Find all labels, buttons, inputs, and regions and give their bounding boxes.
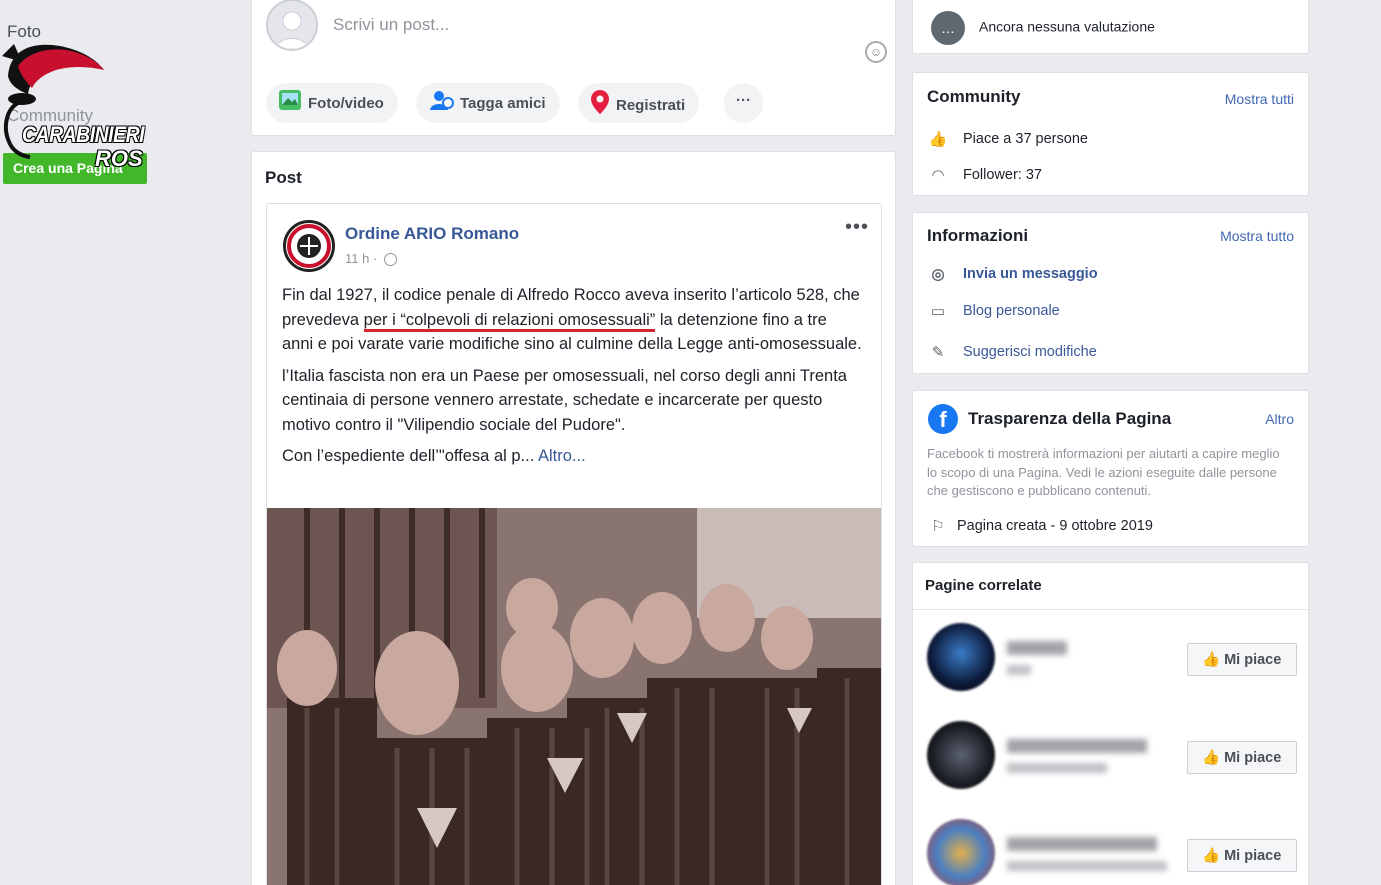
like-button[interactable]: 👍 Mi piace [1187,741,1297,774]
section-title: Post [265,168,302,187]
like-label: Mi piace [1224,750,1282,766]
send-message-link[interactable]: ◎ Invia un messaggio [927,265,1098,283]
user-avatar [266,0,318,51]
post-paragraph-2: l’Italia fascista non era un Paese per o… [282,366,847,434]
post-section: Post Ordine ARIO Romano 11 h · ••• Fin d… [251,151,896,885]
thumbs-up-icon: 👍 [928,131,948,148]
left-sidebar: Foto Community Crea una Pagina CARABINIE… [0,0,238,885]
tag-friends-button[interactable]: Tagga amici [416,83,560,123]
community-card: Community Mostra tutti 👍 Piace a 37 perso… [912,72,1309,196]
logo-text-carabinieri: CARABINIERI [22,122,145,147]
prisoners-photo-image [267,508,881,885]
suggest-edits-link[interactable]: ✎ Suggerisci modifiche [927,343,1097,361]
page-avatar[interactable] [283,220,335,272]
tag-friends-icon [428,89,454,115]
photo-video-button[interactable]: Foto/video [266,83,398,123]
post-text: Con l’espediente dell’"offesa al p... [282,447,535,465]
more-options-button[interactable]: ··· [724,83,763,123]
blog-text: Blog personale [963,302,1060,319]
photo-video-label: Foto/video [308,94,384,112]
ario-logo-icon [287,224,331,268]
suggest-edits-text: Suggerisci modifiche [963,343,1097,360]
post-options-icon[interactable]: ••• [845,216,869,239]
post-body: Fin dal 1927, il codice penale di Alfred… [282,283,862,476]
checkin-label: Registrati [616,96,686,114]
tag-friends-label: Tagga amici [460,94,546,112]
flag-icon: ⚐ [931,518,945,535]
rating-card: … Ancora nessuna valutazione [912,0,1309,54]
page-created-text: Pagina creata - 9 ottobre 2019 [957,517,1153,534]
transparency-more-link[interactable]: Altro [1265,411,1294,427]
blurred-name [1007,739,1147,753]
divider [913,609,1310,610]
info-see-all-link[interactable]: Mostra tutto [1220,228,1294,244]
related-page-avatar [927,623,995,691]
location-pin-icon [590,89,610,119]
transparency-description: Facebook ti mostrerà informazioni per ai… [927,446,1280,498]
related-page-avatar [927,819,995,885]
post-card: Ordine ARIO Romano 11 h · ••• Fin dal 19… [266,203,882,885]
like-label: Mi piace [1224,848,1282,864]
messenger-icon: ◎ [931,266,945,283]
post-author[interactable]: Ordine ARIO Romano [345,224,519,244]
pencil-icon: ✎ [931,344,945,361]
like-label: Mi piace [1224,652,1282,668]
blurred-name [1007,837,1157,851]
post-paragraph-3: Con l’espediente dell’"offesa al p... Al… [282,444,862,469]
post-composer: Scrivi un post... ☺ Foto/video Tagga ami… [251,0,896,136]
related-pages-title: Pagine correlate [925,577,1042,594]
see-more-link[interactable]: Altro... [538,447,586,465]
related-pages-card: Pagine correlate 👍 Mi piace 👍 Mi piace 👍… [912,562,1310,885]
thumbs-up-icon: 👍 [1202,750,1221,766]
post-input[interactable]: Scrivi un post... [333,15,449,35]
info-title: Informazioni [927,226,1029,245]
related-page-item[interactable]: 👍 Mi piace [927,819,1297,885]
rating-row: … Ancora nessuna valutazione [931,11,1155,45]
related-page-avatar [927,721,995,789]
transparency-title: Trasparenza della Pagina [968,409,1172,428]
post-time[interactable]: 11 h · [345,251,377,266]
related-page-item[interactable]: 👍 Mi piace [927,623,1297,703]
emoji-icon[interactable]: ☺ [865,41,887,63]
info-card: Informazioni Mostra tutto ◎ Invia un mess… [912,212,1309,374]
transparency-card: f Trasparenza della Pagina Altro Faceboo… [912,390,1309,547]
blurred-category [1007,665,1031,675]
highlighted-text: per i “colpevoli di relazioni omosessual… [363,310,656,332]
globe-icon [383,253,397,267]
post-photo[interactable] [267,508,881,885]
page-created-row: ⚐ Pagina creata - 9 ottobre 2019 [927,517,1153,535]
facebook-icon: f [928,404,958,434]
person-silhouette-icon [275,11,309,49]
community-likes: 👍 Piace a 37 persone [927,130,1088,148]
blurred-name [1007,641,1067,655]
carabinieri-ros-logo: CARABINIERI ROS [0,36,150,171]
likes-text: Piace a 37 persone [963,130,1088,147]
post-meta: 11 h · [345,251,397,267]
like-button[interactable]: 👍 Mi piace [1187,839,1297,872]
like-button[interactable]: 👍 Mi piace [1187,643,1297,676]
rating-text: Ancora nessuna valutazione [979,18,1155,35]
rating-icon: … [931,11,965,45]
thumbs-up-icon: 👍 [1202,848,1221,864]
related-page-item[interactable]: 👍 Mi piace [927,721,1297,801]
checkin-button[interactable]: Registrati [578,83,700,123]
send-message-text: Invia un messaggio [963,265,1098,282]
thumbs-up-icon: 👍 [1202,652,1221,668]
followers-text: Follower: 37 [963,166,1042,183]
logo-text-ros: ROS [95,146,143,171]
photo-icon [278,89,302,115]
blog-link[interactable]: ▭ Blog personale [927,302,1060,320]
blog-icon: ▭ [930,303,946,320]
community-title: Community [927,87,1021,106]
blurred-category [1007,763,1107,773]
blurred-category [1007,861,1167,871]
community-followers: ◠ Follower: 37 [927,166,1042,184]
post-paragraph-1: Fin dal 1927, il codice penale di Alfred… [282,283,862,357]
rss-icon: ◠ [931,167,945,184]
community-see-all-link[interactable]: Mostra tutti [1225,91,1294,107]
